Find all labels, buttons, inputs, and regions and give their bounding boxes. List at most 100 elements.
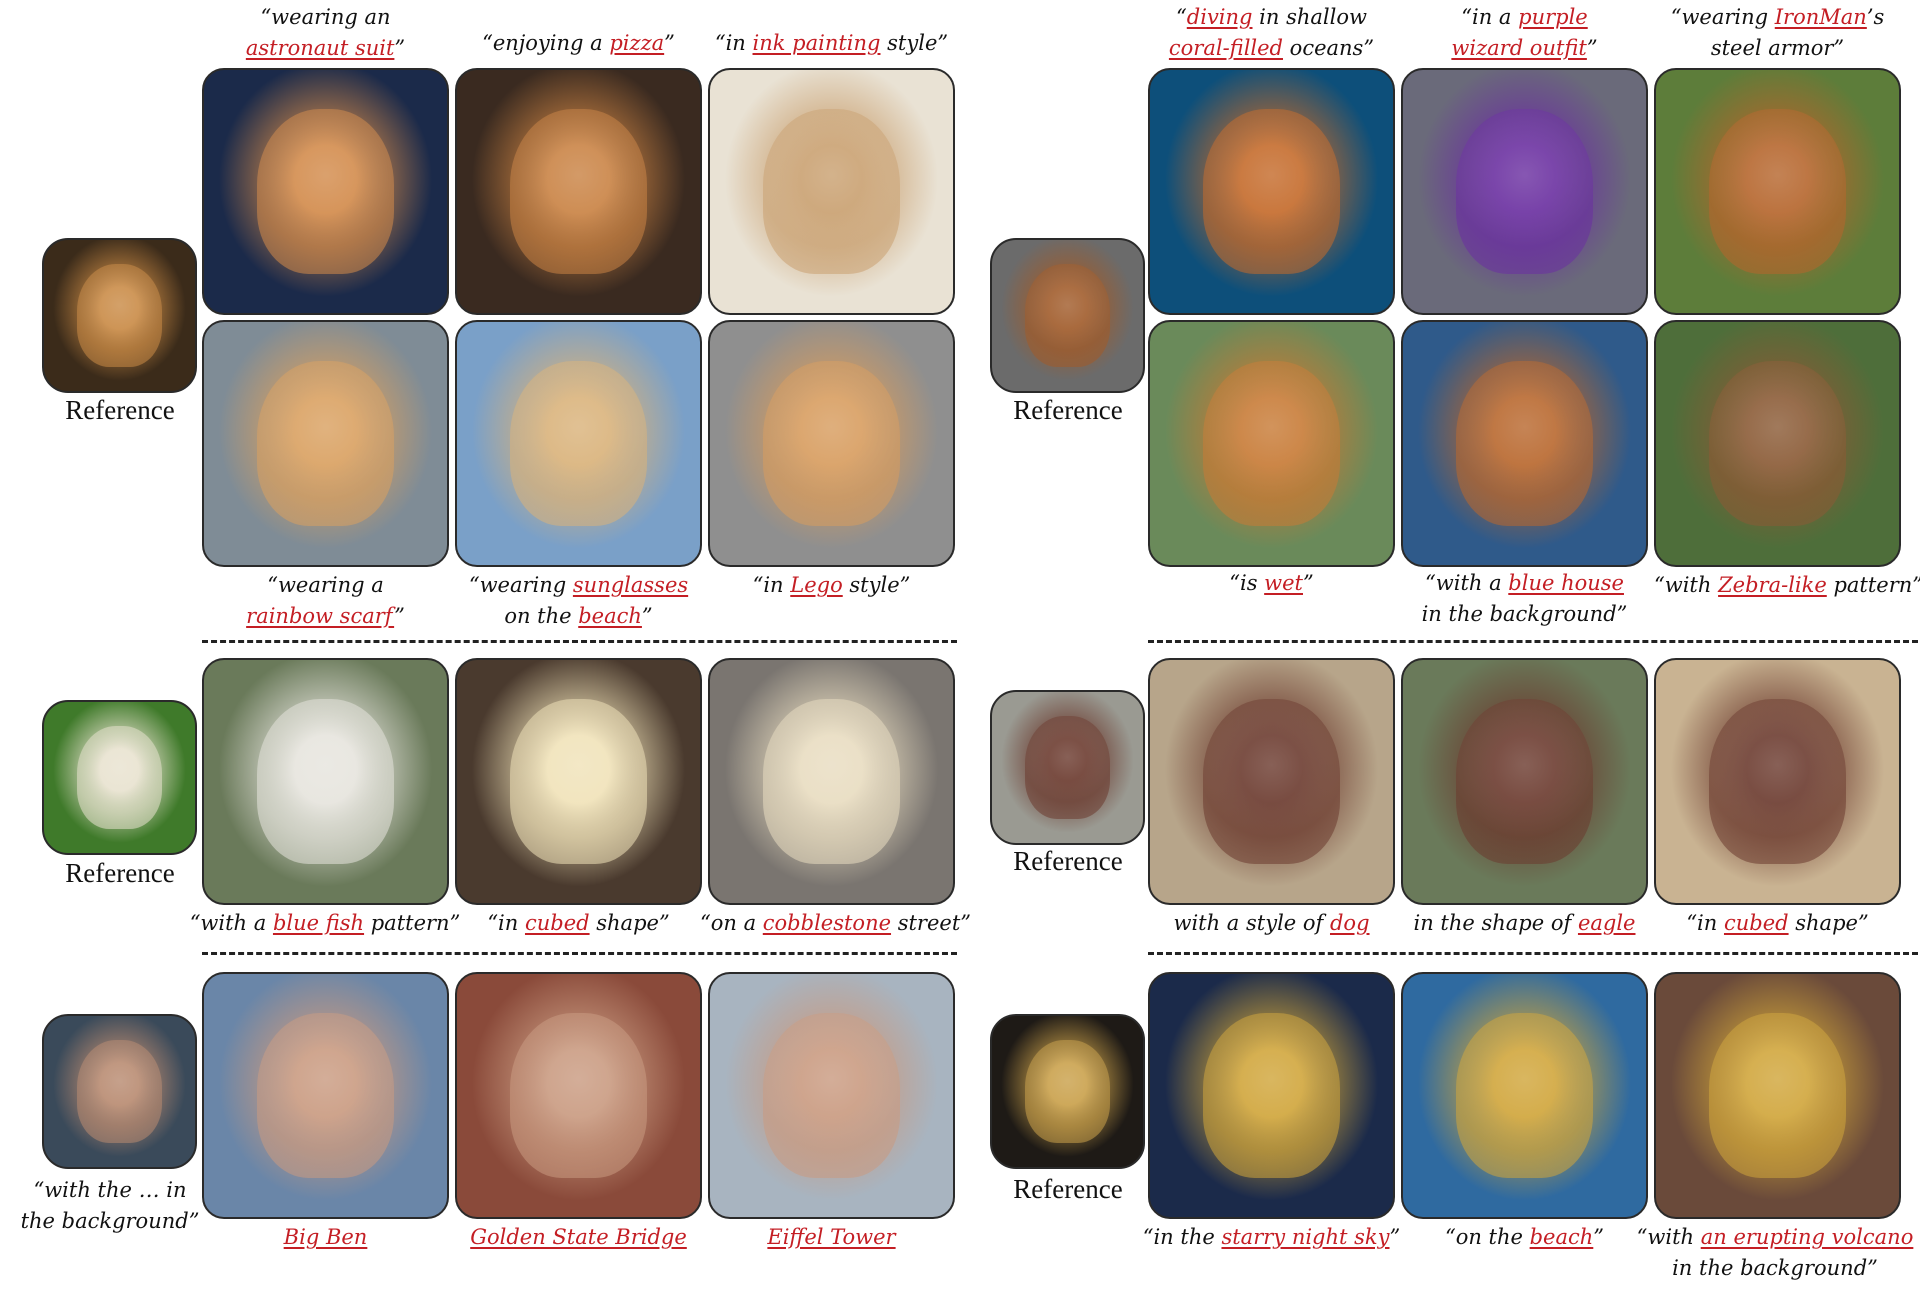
highlighted-phrase: purple (1518, 5, 1588, 29)
man-generated-image-1 (202, 972, 449, 1219)
highlighted-phrase: Zebra-like (1718, 573, 1827, 597)
highlighted-phrase: diving (1186, 5, 1253, 29)
highlighted-phrase: sunglasses (572, 573, 689, 597)
caption-text: pattern” (1826, 573, 1920, 597)
caption-text: style” (880, 31, 949, 55)
cat-generated-image-4 (202, 320, 449, 567)
highlighted-phrase: coral-filled (1168, 36, 1283, 60)
highlighted-phrase: ink painting (752, 31, 881, 55)
caption-text: shape” (589, 911, 670, 935)
cat-caption-4: “wearing a rainbow scarf” (202, 570, 449, 632)
cat-reference-label: Reference (65, 395, 175, 425)
candle-caption-3: “on a cobblestone street” (700, 908, 971, 939)
girl-caption-1: “in the starry night sky” (1134, 1222, 1409, 1253)
man-caption-prefix: “with the … in the background” (0, 1175, 220, 1237)
toy-generated-image-1 (1148, 658, 1395, 905)
highlighted-phrase: wizard outfit (1451, 36, 1587, 60)
man-caption-2: Golden State Bridge (455, 1222, 702, 1253)
caption-text: “with a (189, 911, 273, 935)
photo-subject (257, 108, 394, 275)
candle-generated-image-1 (202, 658, 449, 905)
highlighted-phrase: Golden State Bridge (470, 1225, 687, 1249)
caption-text: ” (641, 604, 653, 628)
caption-text: “wearing (1670, 5, 1775, 29)
cat-generated-image-3 (708, 68, 955, 315)
photo-subject (1025, 1040, 1110, 1143)
photo-subject (257, 1012, 394, 1179)
cat-generated-image-1 (202, 68, 449, 315)
caption-text: “in a (1461, 5, 1519, 29)
photo-subject (510, 108, 647, 275)
dashed-separator-4 (1148, 952, 1918, 955)
girl-generated-image-1 (1148, 972, 1395, 1219)
girl-caption-3: “with an erupting volcano in the backgrou… (1630, 1222, 1920, 1284)
photo-subject (1709, 360, 1846, 527)
photo-subject (1709, 698, 1846, 865)
photo-subject (257, 360, 394, 527)
toy-caption-1: with a style of dog (1148, 908, 1395, 939)
man-caption-1: Big Ben (202, 1222, 449, 1253)
toy-caption-3: “in cubed shape” (1654, 908, 1901, 939)
photo-subject (1709, 1012, 1846, 1179)
dog-caption-6: “with Zebra-like pattern” (1654, 570, 1920, 601)
photo-subject (1025, 264, 1110, 367)
highlighted-phrase: an erupting volcano (1700, 1225, 1914, 1249)
caption-text: “enjoying a (482, 31, 610, 55)
candle-generated-image-2 (455, 658, 702, 905)
highlighted-phrase: beach (1529, 1225, 1594, 1249)
cat-caption-6: “in Lego style” (708, 570, 955, 601)
dog-reference-label: Reference (1013, 395, 1123, 425)
photo-subject (77, 1040, 162, 1143)
caption-text: on the (504, 604, 579, 628)
caption-text: street” (891, 911, 971, 935)
candle-generated-image-3 (708, 658, 955, 905)
caption-text: “with (1654, 573, 1719, 597)
photo-subject (1456, 360, 1593, 527)
caption-text: “in (752, 573, 791, 597)
dog-generated-image-5 (1401, 320, 1648, 567)
highlighted-phrase: cobblestone (762, 911, 892, 935)
dog-generated-image-4 (1148, 320, 1395, 567)
dashed-separator-3 (202, 952, 957, 955)
caption-text: “on the (1444, 1225, 1530, 1249)
man-reference-image (42, 1014, 197, 1169)
photo-subject (1456, 108, 1593, 275)
cat-caption-5: “wearing sunglasses on the beach” (455, 570, 702, 632)
caption-text: the background” (20, 1209, 200, 1233)
girl-generated-image-3 (1654, 972, 1901, 1219)
highlighted-phrase: cubed (524, 911, 590, 935)
cat-caption-2: “enjoying a pizza” (455, 28, 702, 59)
photo-subject (1456, 1012, 1593, 1179)
caption-text: oceans” (1283, 36, 1375, 60)
candle-reference-label: Reference (65, 858, 175, 888)
dog-caption-2: “in a purple wizard outfit” (1401, 2, 1648, 64)
caption-text: ” (1303, 571, 1314, 595)
caption-text: “in (714, 31, 753, 55)
dashed-separator-1 (202, 640, 957, 643)
highlighted-phrase: rainbow scarf (246, 604, 395, 628)
highlighted-phrase: dog (1329, 911, 1370, 935)
caption-text: “ (1176, 5, 1187, 29)
highlighted-phrase: blue house (1508, 571, 1624, 595)
caption-text: ” (664, 31, 675, 55)
photo-subject (763, 360, 900, 527)
photo-subject (510, 360, 647, 527)
highlighted-phrase: Lego (790, 573, 843, 597)
candle-caption-1: “with a blue fish pattern” (180, 908, 470, 939)
caption-text: shape” (1788, 911, 1869, 935)
caption-text: in shallow (1252, 5, 1367, 29)
caption-text: “with a (1425, 571, 1509, 595)
photo-subject (1203, 108, 1340, 275)
dashed-separator-2 (1148, 640, 1918, 643)
girl-reference-label: Reference (1013, 1174, 1123, 1204)
candle-caption-2: “in cubed shape” (455, 908, 702, 939)
highlighted-phrase: pizza (609, 31, 665, 55)
photo-subject (1203, 360, 1340, 527)
cat-caption-3: “in ink painting style” (708, 28, 955, 59)
highlighted-phrase: IronMan (1774, 5, 1867, 29)
photo-subject (510, 698, 647, 865)
toy-generated-image-3 (1654, 658, 1901, 905)
photo-subject (763, 108, 900, 275)
caption-text: “wearing (468, 573, 573, 597)
photo-subject (257, 698, 394, 865)
